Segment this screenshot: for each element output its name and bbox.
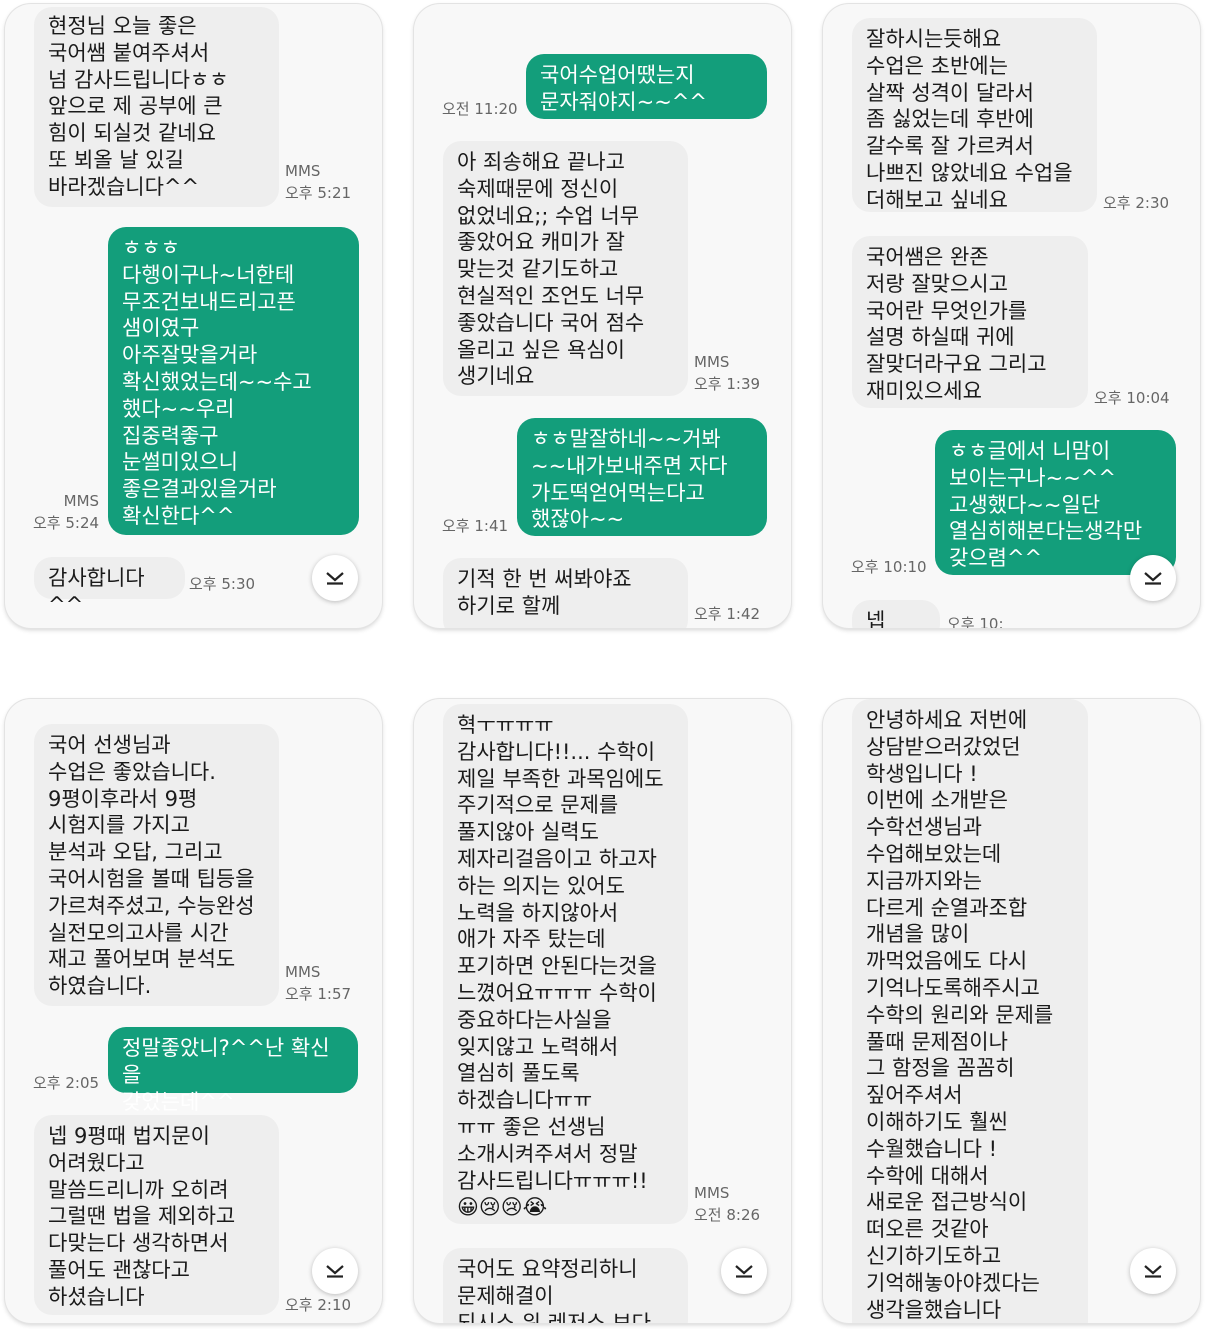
incoming-message[interactable]: 넵 9평때 법지문이 어려웠다고 말씀드리니까 오히려 그럴땐 법을 제외하고 …	[34, 1115, 279, 1315]
chat-panel-3: 잘하시는듯해요 수업은 초반에는 살짝 성격이 달라서 좀 싫었는데 후반에 갈…	[823, 4, 1200, 628]
message-meta: 오후 1:42	[694, 605, 761, 623]
message-meta: 오후 10:	[947, 615, 1004, 628]
chat-panel-4: 국어 선생님과 수업은 좋았습니다. 9평이후라서 9평 시험지를 가지고 분석…	[5, 699, 382, 1323]
message-meta: 오후 5:30	[189, 575, 256, 593]
chat-panel-1: 현정님 오늘 좋은 국어쌤 붙여주셔서 넘 감사드립니다ㅎㅎ 앞으로 제 공부에…	[5, 4, 382, 628]
incoming-message[interactable]: 넵 ^~^	[852, 600, 940, 628]
message-meta: 오후 1:41	[442, 517, 509, 535]
scroll-to-bottom-button[interactable]	[312, 555, 358, 601]
message-meta: MMS 오전 8:26	[694, 1184, 761, 1224]
message-meta: 오후 2:05	[33, 1074, 100, 1092]
outgoing-message[interactable]: ㅎㅎㅎ 다행이구나~너한테 무조건보내드리고픈 샘이였구 아주잘맞을거라 확신했…	[108, 227, 359, 535]
incoming-message[interactable]: 아 죄송해요 끝나고 숙제때문에 정신이 없었네요;; 수업 너무 좋았어요 캐…	[443, 141, 688, 396]
incoming-message[interactable]: 안녕하세요 저번에 상담받으러갔었던 학생입니다 ! 이번에 소개받은 수학선생…	[852, 699, 1088, 1323]
chevron-down-icon	[326, 1265, 344, 1278]
incoming-message[interactable]: 현정님 오늘 좋은 국어쌤 붙여주셔서 넘 감사드립니다ㅎㅎ 앞으로 제 공부에…	[34, 7, 279, 207]
chevron-down-icon	[326, 572, 344, 585]
scroll-to-bottom-button[interactable]	[312, 1248, 358, 1294]
incoming-message[interactable]: 국어쌤은 완존 저랑 잘맞으시고 국어란 무엇인가를 설명 하실때 귀에 잘맞더…	[852, 236, 1088, 408]
outgoing-message[interactable]: ㅎㅎ글에서 니맘이 보이는구나~~^^ 고생했다~~일단 열심히해본다는생각만 …	[935, 430, 1176, 575]
message-meta: 오후 10:10	[851, 558, 927, 576]
chat-panel-5: 혁ㅜㅠㅠㅠ 감사합니다!!... 수학이 제일 부족한 과목임에도 주기적으로 …	[414, 699, 791, 1323]
scroll-to-bottom-button[interactable]	[1130, 1248, 1176, 1294]
chevron-down-icon	[1144, 572, 1162, 585]
chat-panel-6: 안녕하세요 저번에 상담받으러갔었던 학생입니다 ! 이번에 소개받은 수학선생…	[823, 699, 1200, 1323]
message-meta: 오전 11:20	[442, 100, 518, 118]
incoming-message[interactable]: 국어도 요약정리하니 문제해결이 되시소 위 레저소 보다	[443, 1248, 688, 1323]
message-meta: 오후 2:10	[285, 1296, 352, 1314]
outgoing-message[interactable]: 국어수업어땠는지 문자줘야지~~^^	[526, 54, 767, 119]
chevron-down-icon	[1144, 1265, 1162, 1278]
outgoing-message[interactable]: ㅎㅎ말잘하네~~거봐 ~~내가보내주면 자다 가도떡얻어먹는다고 했잖아~~	[517, 418, 767, 536]
incoming-message[interactable]: 국어 선생님과 수업은 좋았습니다. 9평이후라서 9평 시험지를 가지고 분석…	[34, 724, 279, 1006]
outgoing-message[interactable]: 정말좋았니?^^난 확신을 갖었는데^^	[108, 1027, 358, 1114]
incoming-message[interactable]: 감사합니다^^	[34, 557, 185, 617]
chevron-down-icon	[735, 1265, 753, 1278]
message-meta: MMS 오후 5:21	[285, 162, 352, 202]
scroll-to-bottom-button[interactable]	[1130, 555, 1176, 601]
message-meta: MMS 오후 5:24	[33, 492, 100, 532]
message-meta: MMS 오후 1:57	[285, 963, 352, 1003]
message-meta: 오후 2:30	[1103, 194, 1170, 212]
message-meta: MMS 오후 1:39	[694, 353, 761, 393]
chat-panel-2: 국어수업어땠는지 문자줘야지~~^^ 오전 11:20 아 죄송해요 끝나고 숙…	[414, 4, 791, 628]
scroll-to-bottom-button[interactable]	[721, 1248, 767, 1294]
incoming-message[interactable]: 잘하시는듯해요 수업은 초반에는 살짝 성격이 달라서 좀 싫었는데 후반에 갈…	[852, 18, 1097, 212]
incoming-message[interactable]: 기적 한 번 써봐야죠 하기로 할께	[443, 558, 688, 628]
incoming-message[interactable]: 혁ㅜㅠㅠㅠ 감사합니다!!... 수학이 제일 부족한 과목임에도 주기적으로 …	[443, 704, 688, 1224]
message-meta: 오후 10:04	[1094, 389, 1170, 407]
